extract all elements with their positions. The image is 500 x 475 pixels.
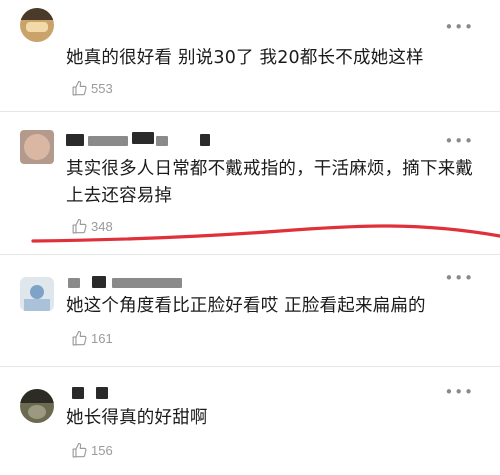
username-blurred [112,278,182,288]
like-count: 161 [91,330,113,346]
more-options-icon[interactable]: ••• [444,385,474,400]
username-blurred [96,387,108,399]
thumbs-up-icon [72,330,87,345]
comment-text: 她这个角度看比正脸好看哎 正脸看起来扁扁的 [66,296,426,316]
avatar[interactable] [20,389,54,423]
username-blurred [68,278,80,288]
comment-text: 她长得真的好甜啊 [66,408,208,428]
avatar[interactable] [20,277,54,311]
thumbs-up-icon [72,442,87,457]
username-blurred [92,276,106,288]
username-blurred [72,387,84,399]
comment-item: ••• 她长得真的好甜啊 156 [0,367,500,475]
like-button[interactable]: 161 [71,329,113,347]
more-options-icon[interactable]: ••• [444,271,474,286]
like-count: 156 [91,442,113,458]
like-button[interactable]: 156 [71,441,113,459]
comment-item: ••• 她这个角度看比正脸好看哎 正脸看起来扁扁的 161 [0,255,500,367]
